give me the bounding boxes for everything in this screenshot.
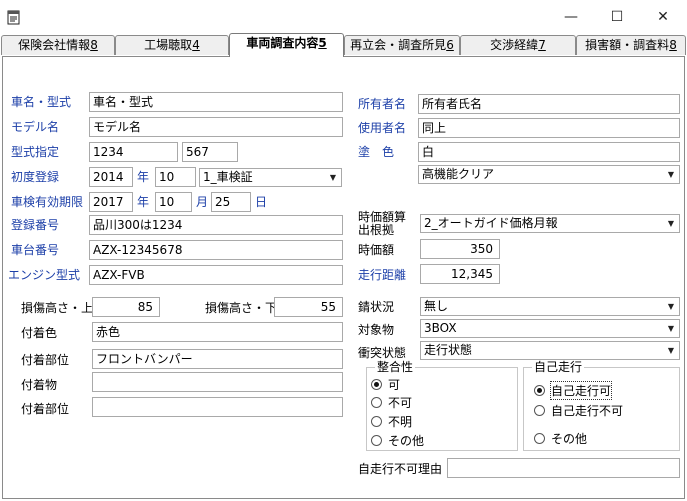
- month-unit-label: 月: [196, 195, 209, 209]
- radio-icon[interactable]: [534, 433, 545, 444]
- year-unit-label: 年: [137, 195, 150, 209]
- radio-icon[interactable]: [371, 435, 382, 446]
- model-label: モデル名: [11, 120, 60, 134]
- self-drive-title: 自己走行: [532, 360, 585, 374]
- chevron-down-icon[interactable]: ▼: [663, 342, 679, 359]
- type-designation-field[interactable]: 1234: [89, 142, 178, 162]
- tab-damage-fee[interactable]: 損害額・調査料8: [576, 35, 686, 55]
- title-bar: — ☐ ✕: [0, 0, 687, 34]
- tab-insurance-info[interactable]: 保険会社情報8: [1, 35, 115, 55]
- inspection-month-field[interactable]: 10: [155, 192, 192, 212]
- registration-number-field[interactable]: 品川300は1234: [89, 215, 343, 235]
- consistency-option-ng[interactable]: 不可: [371, 394, 412, 411]
- car-name-field[interactable]: 車名・型式: [89, 92, 343, 112]
- consistency-title: 整合性: [375, 360, 416, 374]
- radio-selected-icon[interactable]: [371, 379, 382, 390]
- radio-selected-icon[interactable]: [534, 385, 545, 396]
- attached-color-field[interactable]: 赤色: [92, 322, 343, 342]
- close-button[interactable]: ✕: [643, 4, 683, 30]
- radio-icon[interactable]: [371, 416, 382, 427]
- collision-state-select[interactable]: 走行状態 ▼: [420, 341, 680, 360]
- self-drive-option-other[interactable]: その他: [534, 430, 587, 447]
- first-reg-source-select[interactable]: 1_車検証 ▼: [199, 168, 342, 187]
- chassis-number-label: 車台番号: [11, 243, 60, 257]
- attached-part-label: 付着部位: [21, 353, 70, 367]
- type-designation-label: 型式指定: [11, 145, 60, 159]
- first-registration-label: 初度登録: [11, 170, 60, 184]
- consistency-group: 整合性 可 不可 不明 その他: [366, 360, 518, 451]
- collision-state-label: 衝突状態: [358, 346, 407, 360]
- model-field[interactable]: モデル名: [89, 117, 343, 137]
- consistency-option-unknown[interactable]: 不明: [371, 413, 412, 430]
- damage-height-lower-field[interactable]: 55: [274, 297, 343, 317]
- chassis-number-field[interactable]: AZX-12345678: [89, 240, 343, 260]
- first-reg-year-field[interactable]: 2014: [89, 167, 133, 187]
- attached-part2-label: 付着部位: [21, 402, 70, 416]
- rust-status-label: 錆状況: [358, 300, 395, 314]
- attached-color-label: 付着色: [21, 326, 58, 340]
- target-object-select[interactable]: 3BOX ▼: [420, 319, 680, 338]
- attached-object-label: 付着物: [21, 378, 58, 392]
- registration-number-label: 登録番号: [11, 218, 60, 232]
- tab-reinspection[interactable]: 再立会・調査所見6: [344, 35, 460, 55]
- inspection-year-field[interactable]: 2017: [89, 192, 133, 212]
- attached-part-field[interactable]: フロントバンパー: [92, 349, 343, 369]
- engine-type-label: エンジン型式: [8, 268, 81, 282]
- chevron-down-icon[interactable]: ▼: [663, 320, 679, 337]
- inspection-day-field[interactable]: 25: [211, 192, 251, 212]
- mileage-field[interactable]: 12,345: [420, 264, 500, 284]
- chevron-down-icon[interactable]: ▼: [663, 298, 679, 315]
- day-unit-label: 日: [255, 195, 268, 209]
- maximize-button[interactable]: ☐: [597, 4, 637, 30]
- tab-factory-interview[interactable]: 工場聴取4: [115, 35, 229, 55]
- notepad-icon[interactable]: [6, 9, 22, 25]
- consistency-option-ok[interactable]: 可: [371, 376, 400, 393]
- attached-object-field[interactable]: [92, 372, 343, 392]
- self-drive-option-unable[interactable]: 自己走行不可: [534, 402, 623, 419]
- damage-height-upper-field[interactable]: 85: [92, 297, 160, 317]
- market-price-label: 時価額: [358, 243, 395, 257]
- inspection-expiry-label: 車検有効期限: [11, 195, 84, 209]
- radio-icon[interactable]: [371, 397, 382, 408]
- first-reg-month-field[interactable]: 10: [155, 167, 196, 187]
- damage-height-upper-label: 損傷高さ・上: [21, 301, 94, 315]
- owner-label: 所有者名: [358, 97, 407, 111]
- minimize-button[interactable]: —: [551, 4, 591, 30]
- engine-type-field[interactable]: AZX-FVB: [89, 265, 343, 285]
- attached-part2-field[interactable]: [92, 397, 343, 417]
- target-object-label: 対象物: [358, 323, 395, 337]
- category-number-field[interactable]: 567: [182, 142, 238, 162]
- chevron-down-icon[interactable]: ▼: [325, 169, 341, 186]
- self-drive-group: 自己走行 自己走行可 自己走行不可 その他: [523, 360, 680, 451]
- paint-type-select[interactable]: 高機能クリア ▼: [418, 165, 680, 184]
- tab-vehicle-survey[interactable]: 車両調査内容5: [229, 33, 344, 57]
- market-price-field[interactable]: 350: [420, 239, 500, 259]
- price-basis-label: 時価額算 出根拠: [358, 210, 407, 237]
- mileage-label: 走行距離: [358, 268, 407, 282]
- owner-field[interactable]: 所有者氏名: [418, 94, 680, 114]
- rust-status-select[interactable]: 無し ▼: [420, 297, 680, 316]
- chevron-down-icon[interactable]: ▼: [663, 215, 679, 232]
- paint-color-field[interactable]: 白: [418, 142, 680, 162]
- no-drive-reason-label: 自走行不可理由: [358, 462, 443, 476]
- car-name-label: 車名・型式: [11, 95, 72, 109]
- damage-height-lower-label: 損傷高さ・下: [205, 301, 278, 315]
- no-drive-reason-field[interactable]: [447, 458, 680, 478]
- self-drive-option-able[interactable]: 自己走行可: [534, 381, 613, 400]
- paint-color-label: 塗 色: [358, 145, 395, 159]
- radio-icon[interactable]: [534, 405, 545, 416]
- tab-negotiation[interactable]: 交渉経緯7: [460, 35, 576, 55]
- user-field[interactable]: 同上: [418, 118, 680, 138]
- price-basis-select[interactable]: 2_オートガイド価格月報 ▼: [420, 214, 680, 233]
- year-unit-label: 年: [137, 170, 150, 184]
- chevron-down-icon[interactable]: ▼: [663, 166, 679, 183]
- user-label: 使用者名: [358, 121, 407, 135]
- consistency-option-other[interactable]: その他: [371, 432, 424, 449]
